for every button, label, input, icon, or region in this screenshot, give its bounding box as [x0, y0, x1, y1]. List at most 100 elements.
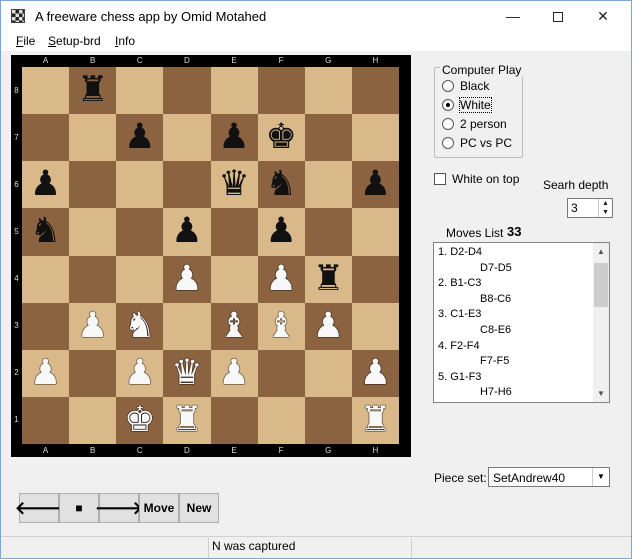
new-button[interactable]: New	[179, 493, 219, 523]
square-c5[interactable]	[116, 208, 164, 256]
square-f2[interactable]	[257, 349, 305, 397]
square-a3[interactable]	[22, 302, 70, 350]
square-g1[interactable]	[304, 396, 352, 444]
radio-button[interactable]	[442, 137, 454, 149]
square-a7[interactable]	[22, 114, 70, 162]
chess-board[interactable]: ♜ ♟ ♟ ♚ ♟ ♛ ♞ ♟ ♞ ♟ ♟ ♟ ♟ ♜ ♟ ♞ ♝ ♝ ♟ ♟ ♟ ♛ ♟ ♟ ♚ ♜ ♜	[22, 67, 399, 444]
move-entry[interactable]: 6. G2-G3	[438, 401, 593, 403]
move-button[interactable]: Move	[139, 493, 179, 523]
black-pawn-icon[interactable]: ♟	[218, 120, 249, 155]
radio-button[interactable]	[442, 99, 454, 111]
square-d2[interactable]: ♛	[163, 349, 211, 397]
search-depth-spinner[interactable]: 3 ▲ ▼	[567, 198, 613, 218]
black-pawn-icon[interactable]: ♟	[265, 214, 296, 249]
checkbox-box[interactable]	[434, 173, 446, 185]
move-entry[interactable]: H7-H6	[438, 385, 593, 401]
radio-white[interactable]: White	[442, 97, 492, 113]
white-pawn-icon[interactable]: ♟	[265, 261, 296, 297]
move-entry[interactable]: 4. F2-F4	[438, 339, 593, 355]
square-d1[interactable]: ♜	[163, 396, 211, 444]
black-rook-icon[interactable]: ♜	[77, 73, 108, 108]
move-entry[interactable]: D7-D5	[438, 261, 593, 277]
square-f5[interactable]: ♟	[257, 208, 305, 256]
minimize-button[interactable]: —	[490, 1, 536, 31]
move-entry[interactable]: 3. C1-E3	[438, 307, 593, 323]
square-c1[interactable]: ♚	[116, 396, 164, 444]
spin-up-icon[interactable]: ▲	[599, 199, 612, 208]
square-e5[interactable]	[210, 208, 258, 256]
square-h6[interactable]: ♟	[351, 161, 399, 209]
square-a8[interactable]	[22, 67, 70, 115]
square-b1[interactable]	[69, 396, 117, 444]
black-pawn-icon[interactable]: ♟	[30, 167, 61, 202]
white-rook-icon[interactable]: ♜	[171, 402, 202, 438]
move-entry[interactable]: 1. D2-D4	[438, 245, 593, 261]
white-on-top-checkbox[interactable]: White on top	[434, 172, 519, 186]
black-queen-icon[interactable]: ♛	[218, 167, 249, 202]
move-entry[interactable]: B8-C6	[438, 292, 593, 308]
radio-button[interactable]	[442, 118, 454, 130]
white-pawn-icon[interactable]: ♟	[30, 355, 61, 391]
square-e6[interactable]: ♛	[210, 161, 258, 209]
square-e4[interactable]	[210, 255, 258, 303]
square-h4[interactable]	[351, 255, 399, 303]
square-a4[interactable]	[22, 255, 70, 303]
square-d6[interactable]	[163, 161, 211, 209]
square-b2[interactable]	[69, 349, 117, 397]
moves-scrollbar[interactable]: ▲ ▼	[593, 243, 609, 402]
black-rook-icon[interactable]: ♜	[313, 261, 344, 297]
square-d4[interactable]: ♟	[163, 255, 211, 303]
square-g5[interactable]	[304, 208, 352, 256]
moves-list[interactable]: 1. D2-D4 D7-D5 2. B1-C3 B8-C6 3. C1-E3 C8-E6 4…	[433, 242, 610, 403]
square-e2[interactable]: ♟	[210, 349, 258, 397]
move-entry[interactable]: C8-E6	[438, 323, 593, 339]
square-b4[interactable]	[69, 255, 117, 303]
move-entry[interactable]: 2. B1-C3	[438, 276, 593, 292]
white-pawn-icon[interactable]: ♟	[313, 308, 344, 344]
piece-set-select[interactable]: SetAndrew40 ▼	[488, 467, 610, 487]
square-h3[interactable]	[351, 302, 399, 350]
white-king-icon[interactable]: ♚	[124, 402, 155, 438]
square-g8[interactable]	[304, 67, 352, 115]
white-pawn-icon[interactable]: ♟	[124, 355, 155, 391]
square-b8[interactable]: ♜	[69, 67, 117, 115]
square-b6[interactable]	[69, 161, 117, 209]
square-d8[interactable]	[163, 67, 211, 115]
square-g6[interactable]	[304, 161, 352, 209]
square-f1[interactable]	[257, 396, 305, 444]
square-c7[interactable]: ♟	[116, 114, 164, 162]
white-pawn-icon[interactable]: ♟	[218, 355, 249, 391]
square-g2[interactable]	[304, 349, 352, 397]
square-h8[interactable]	[351, 67, 399, 115]
move-entry[interactable]: F7-F5	[438, 354, 593, 370]
square-c3[interactable]: ♞	[116, 302, 164, 350]
radio-pc-vs-pc[interactable]: PC vs PC	[442, 135, 512, 151]
white-knight-icon[interactable]: ♞	[124, 308, 155, 344]
menu-file[interactable]: File	[16, 34, 35, 48]
close-button[interactable]: ✕	[580, 1, 626, 31]
radio-black[interactable]: Black	[442, 78, 489, 94]
square-g7[interactable]	[304, 114, 352, 162]
square-c6[interactable]	[116, 161, 164, 209]
square-d3[interactable]	[163, 302, 211, 350]
black-pawn-icon[interactable]: ♟	[171, 214, 202, 249]
white-bishop-icon[interactable]: ♝	[265, 308, 296, 344]
black-pawn-icon[interactable]: ♟	[360, 167, 391, 202]
square-a1[interactable]	[22, 396, 70, 444]
square-d7[interactable]	[163, 114, 211, 162]
maximize-button[interactable]	[535, 1, 581, 31]
scroll-up-icon[interactable]: ▲	[593, 243, 609, 260]
scroll-down-icon[interactable]: ▼	[593, 385, 609, 402]
square-f4[interactable]: ♟	[257, 255, 305, 303]
square-a2[interactable]: ♟	[22, 349, 70, 397]
forward-button[interactable]: 🡒	[95, 493, 143, 523]
radio-button[interactable]	[442, 80, 454, 92]
square-h7[interactable]	[351, 114, 399, 162]
square-c2[interactable]: ♟	[116, 349, 164, 397]
square-g3[interactable]: ♟	[304, 302, 352, 350]
move-entry[interactable]: 5. G1-F3	[438, 370, 593, 386]
search-depth-value[interactable]: 3	[571, 201, 578, 215]
square-g4[interactable]: ♜	[304, 255, 352, 303]
white-bishop-icon[interactable]: ♝	[218, 308, 249, 344]
menu-setup-brd[interactable]: Setup-brd	[48, 34, 101, 48]
